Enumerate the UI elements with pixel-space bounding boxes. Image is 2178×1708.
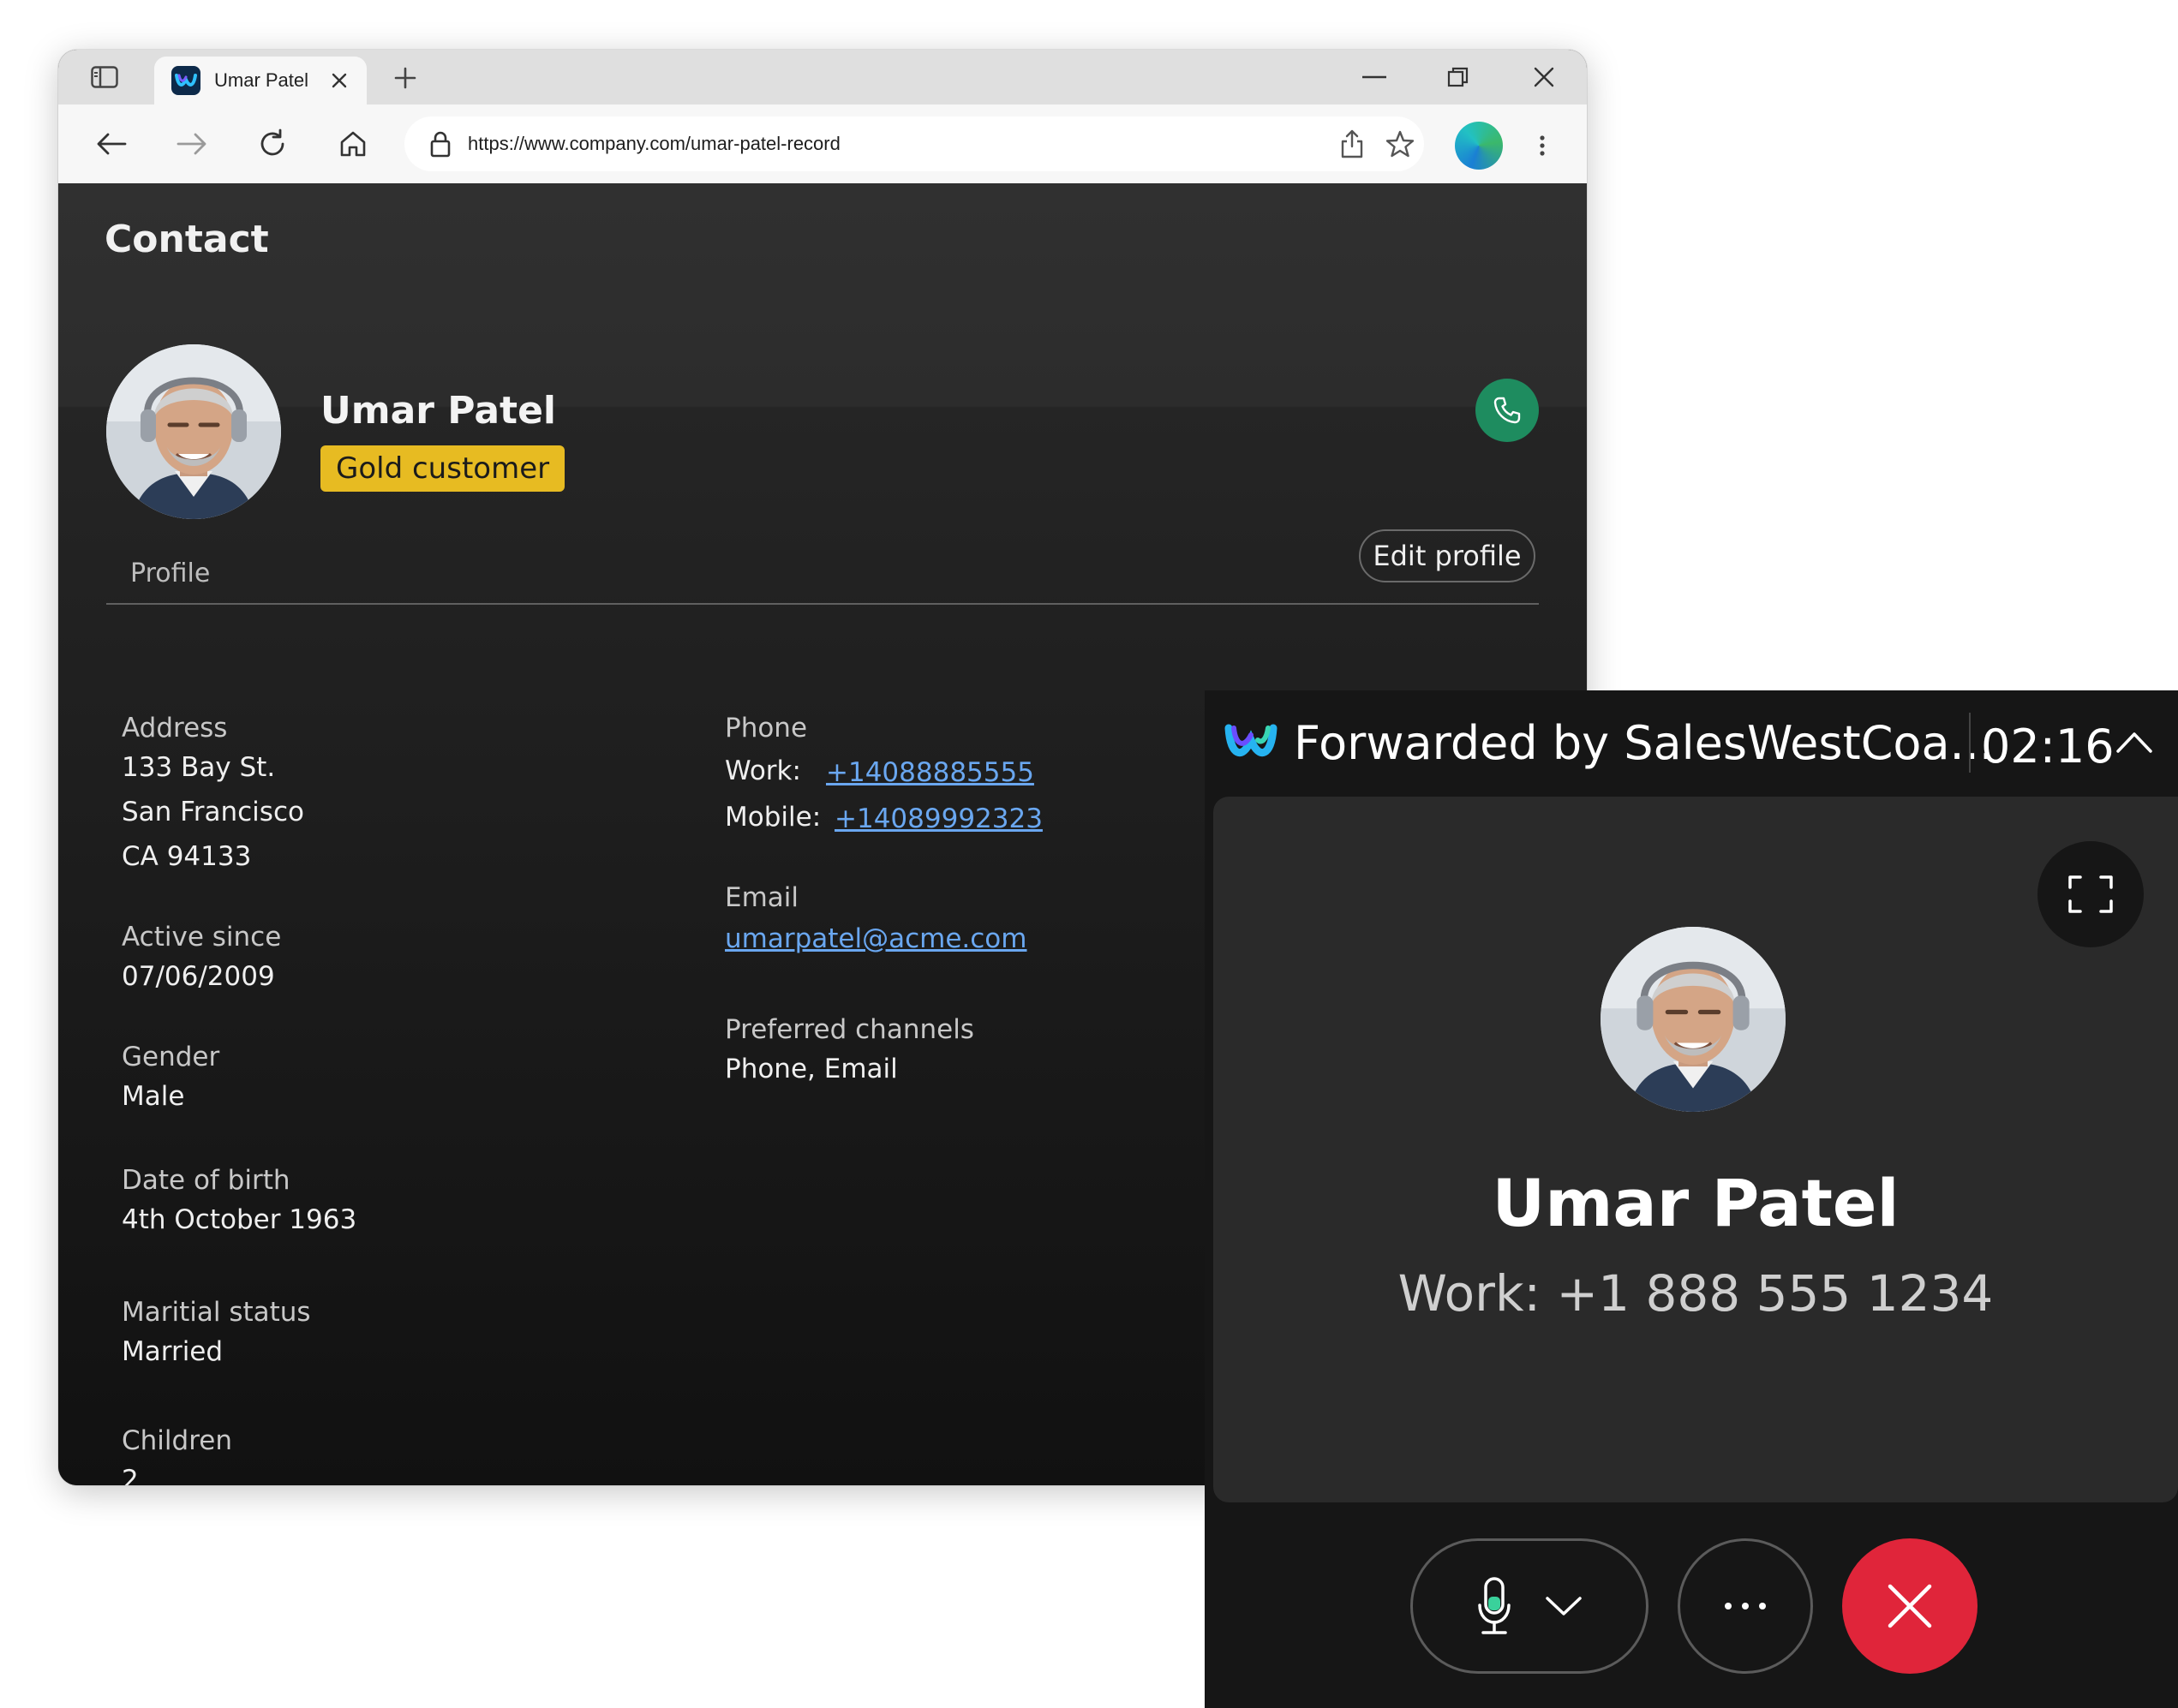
- page-title: Contact: [105, 218, 269, 261]
- url-text: https://www.company.com/umar-patel-recor…: [468, 133, 841, 154]
- fullscreen-button[interactable]: [2037, 841, 2144, 947]
- forwarded-by-text: Forwarded by SalesWestCoa...: [1294, 716, 1995, 770]
- phone-icon: [1493, 397, 1521, 424]
- tab-bar: Umar Patel: [58, 50, 1587, 105]
- marital-status-value: Married: [122, 1336, 224, 1367]
- gender-label: Gender: [122, 1042, 220, 1072]
- home-icon[interactable]: [334, 125, 372, 163]
- marital-status-label: Maritial status: [122, 1297, 311, 1328]
- url-field[interactable]: https://www.company.com/umar-patel-recor…: [404, 116, 1424, 171]
- new-tab-icon[interactable]: [391, 63, 420, 93]
- browser-tab-active[interactable]: Umar Patel: [154, 57, 367, 105]
- work-phone-label: Work:: [725, 755, 801, 786]
- caller-card: Umar Patel Work: +1 888 555 1234: [1213, 797, 2178, 1502]
- call-popup: Forwarded by SalesWestCoa... 02:16 Umar …: [1205, 690, 2178, 1708]
- browser-profile-avatar[interactable]: [1455, 122, 1503, 170]
- call-timer: 02:16: [1981, 720, 2115, 773]
- header-separator: [1969, 713, 1971, 773]
- call-header: Forwarded by SalesWestCoa... 02:16: [1205, 690, 2178, 797]
- end-call-button[interactable]: [1842, 1538, 1978, 1674]
- close-window-icon[interactable]: [1527, 62, 1561, 93]
- address-line2: San Francisco: [122, 797, 304, 827]
- refresh-icon[interactable]: [254, 125, 291, 163]
- webex-logo-icon: [1224, 724, 1277, 757]
- tab-profile[interactable]: Profile: [130, 558, 210, 588]
- back-arrow-icon[interactable]: [93, 125, 130, 163]
- more-call-options-button[interactable]: [1678, 1538, 1813, 1674]
- fullscreen-icon: [2068, 875, 2113, 913]
- caller-name: Umar Patel: [1492, 1165, 1900, 1241]
- mobile-phone-link[interactable]: +14089992323: [835, 797, 1043, 841]
- address-line3: CA 94133: [122, 841, 252, 872]
- dob-value: 4th October 1963: [122, 1204, 357, 1235]
- microphone-button[interactable]: [1410, 1538, 1648, 1674]
- gender-value: Male: [122, 1081, 185, 1112]
- chevron-down-icon[interactable]: [1545, 1595, 1583, 1617]
- call-button[interactable]: [1475, 379, 1539, 442]
- children-value: 2: [122, 1465, 139, 1485]
- tab-close-icon[interactable]: [327, 69, 351, 93]
- work-phone-link[interactable]: +14088885555: [826, 750, 1034, 795]
- address-label: Address: [122, 713, 228, 744]
- restore-icon[interactable]: [1441, 62, 1475, 93]
- preferred-channels-value: Phone, Email: [725, 1054, 898, 1084]
- caller-avatar: [1601, 927, 1786, 1112]
- dob-label: Date of birth: [122, 1165, 290, 1196]
- sidebar-toggle-icon[interactable]: [91, 65, 118, 89]
- share-icon[interactable]: [1337, 128, 1367, 159]
- email-link[interactable]: umarpatel@acme.com: [725, 917, 1026, 961]
- address-bar: https://www.company.com/umar-patel-recor…: [58, 105, 1587, 184]
- lock-icon: [427, 130, 454, 158]
- more-options-icon[interactable]: [1534, 128, 1551, 163]
- ellipsis-icon: [1725, 1603, 1766, 1609]
- forward-arrow-icon[interactable]: [173, 125, 211, 163]
- active-since-value: 07/06/2009: [122, 961, 275, 992]
- active-since-label: Active since: [122, 922, 282, 953]
- contact-avatar: [106, 344, 281, 519]
- edit-profile-button[interactable]: Edit profile: [1359, 529, 1535, 582]
- customer-badge: Gold customer: [320, 445, 565, 492]
- phone-label: Phone: [725, 713, 808, 744]
- tab-title: Umar Patel: [214, 69, 309, 91]
- address-line1: 133 Bay St.: [122, 752, 276, 783]
- caller-number: Work: +1 888 555 1234: [1397, 1264, 1994, 1323]
- minimize-icon[interactable]: [1357, 62, 1391, 93]
- children-label: Children: [122, 1425, 232, 1456]
- chevron-up-icon[interactable]: [2113, 725, 2156, 759]
- email-label: Email: [725, 882, 799, 913]
- contact-name: Umar Patel: [320, 389, 556, 433]
- webex-favicon-icon: [171, 66, 200, 95]
- favorite-star-icon[interactable]: [1385, 128, 1415, 159]
- microphone-icon: [1478, 1577, 1511, 1634]
- mobile-phone-label: Mobile:: [725, 802, 822, 833]
- preferred-channels-label: Preferred channels: [725, 1014, 974, 1045]
- tab-divider: [106, 603, 1539, 605]
- close-icon: [1888, 1584, 1932, 1628]
